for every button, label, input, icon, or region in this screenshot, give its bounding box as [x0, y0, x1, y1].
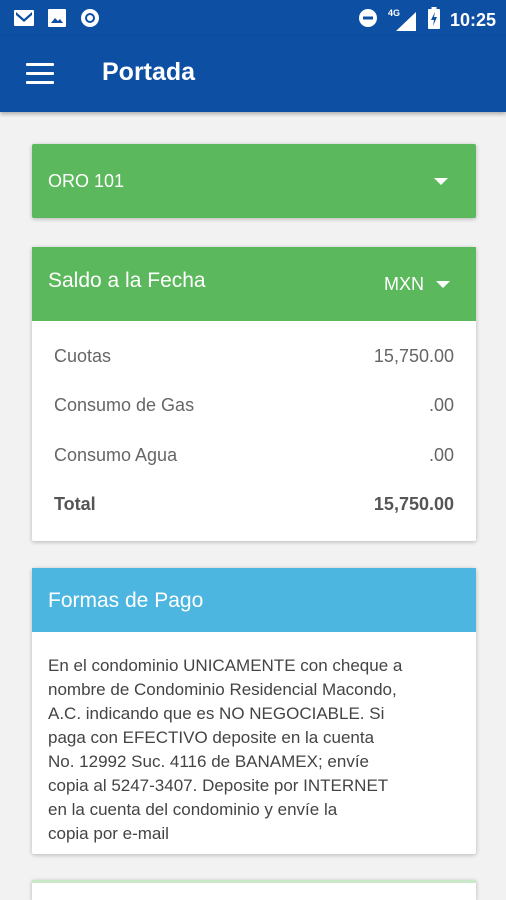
payment-methods-title: Formas de Pago	[48, 589, 204, 612]
unit-selector-value: ORO 101	[48, 171, 125, 191]
balance-row-agua: Consumo Agua .00	[54, 445, 454, 475]
payment-text-line: en la cuenta del condominio y envíe la	[48, 800, 338, 819]
payment-text-line: En el condominio UNICAMENTE con cheque a	[48, 656, 403, 675]
payment-methods-header: Formas de Pago	[32, 568, 476, 632]
payment-text-line: No. 12992 Suc. 4116 de BANAMEX; envíe	[48, 752, 369, 771]
gmail-icon	[14, 10, 34, 31]
circle-app-icon	[80, 8, 100, 33]
saldo-card-title: Saldo a la Fecha	[48, 269, 206, 292]
dropdown-caret-icon	[436, 281, 450, 288]
unit-selector-dropdown[interactable]: ORO 101	[32, 144, 476, 218]
page-title: Portada	[102, 58, 196, 86]
balance-row-label: Cuotas	[54, 346, 112, 366]
balance-row-total: Total 15,750.00	[54, 494, 454, 524]
payment-text-line: A.C. indicando que es NO NEGOCIABLE. Si	[48, 704, 385, 723]
payment-text-line: copia por e-mail	[48, 824, 169, 843]
battery-icon	[427, 7, 440, 34]
signal-icon: 4G	[388, 8, 418, 32]
currency-dropdown[interactable]: MXN	[384, 274, 450, 295]
balance-row-label: Consumo Agua	[54, 445, 178, 465]
balance-row-label: Consumo de Gas	[54, 395, 195, 415]
total-value: 15,750.00	[373, 494, 454, 514]
do-not-disturb-icon	[358, 8, 378, 33]
status-bar: 4G 10:25	[0, 0, 506, 36]
total-label: Total	[54, 494, 96, 514]
payment-text-line: copia al 5247-3407. Deposite por INTERNE…	[48, 776, 389, 795]
payment-text-line: nombre de Condominio Residencial Macondo…	[48, 680, 397, 699]
payment-text-line: paga con EFECTIVO deposite en la cuenta	[48, 728, 375, 747]
balance-row-gas: Consumo de Gas .00	[54, 395, 454, 425]
saldo-card: Saldo a la Fecha MXN Cuotas 15,750.00 Co…	[32, 247, 476, 541]
hamburger-menu-icon[interactable]	[26, 63, 54, 85]
currency-value: MXN	[384, 274, 424, 294]
dropdown-caret-icon	[434, 178, 448, 185]
payment-methods-card: Formas de Pago En el condominio UNICAMEN…	[32, 568, 476, 854]
balance-row-value: .00	[428, 395, 454, 415]
saldo-card-header: Saldo a la Fecha MXN	[32, 247, 476, 321]
balance-row-cuotas: Cuotas 15,750.00	[54, 346, 454, 376]
clock: 10:25	[449, 10, 496, 30]
balance-row-value: .00	[428, 445, 454, 465]
payment-methods-text: En el condominio UNICAMENTE con cheque a…	[48, 654, 464, 846]
balance-row-value: 15,750.00	[373, 346, 454, 366]
gallery-icon	[48, 9, 66, 32]
next-card-peek	[32, 880, 476, 900]
app-bar: Portada	[0, 36, 506, 112]
